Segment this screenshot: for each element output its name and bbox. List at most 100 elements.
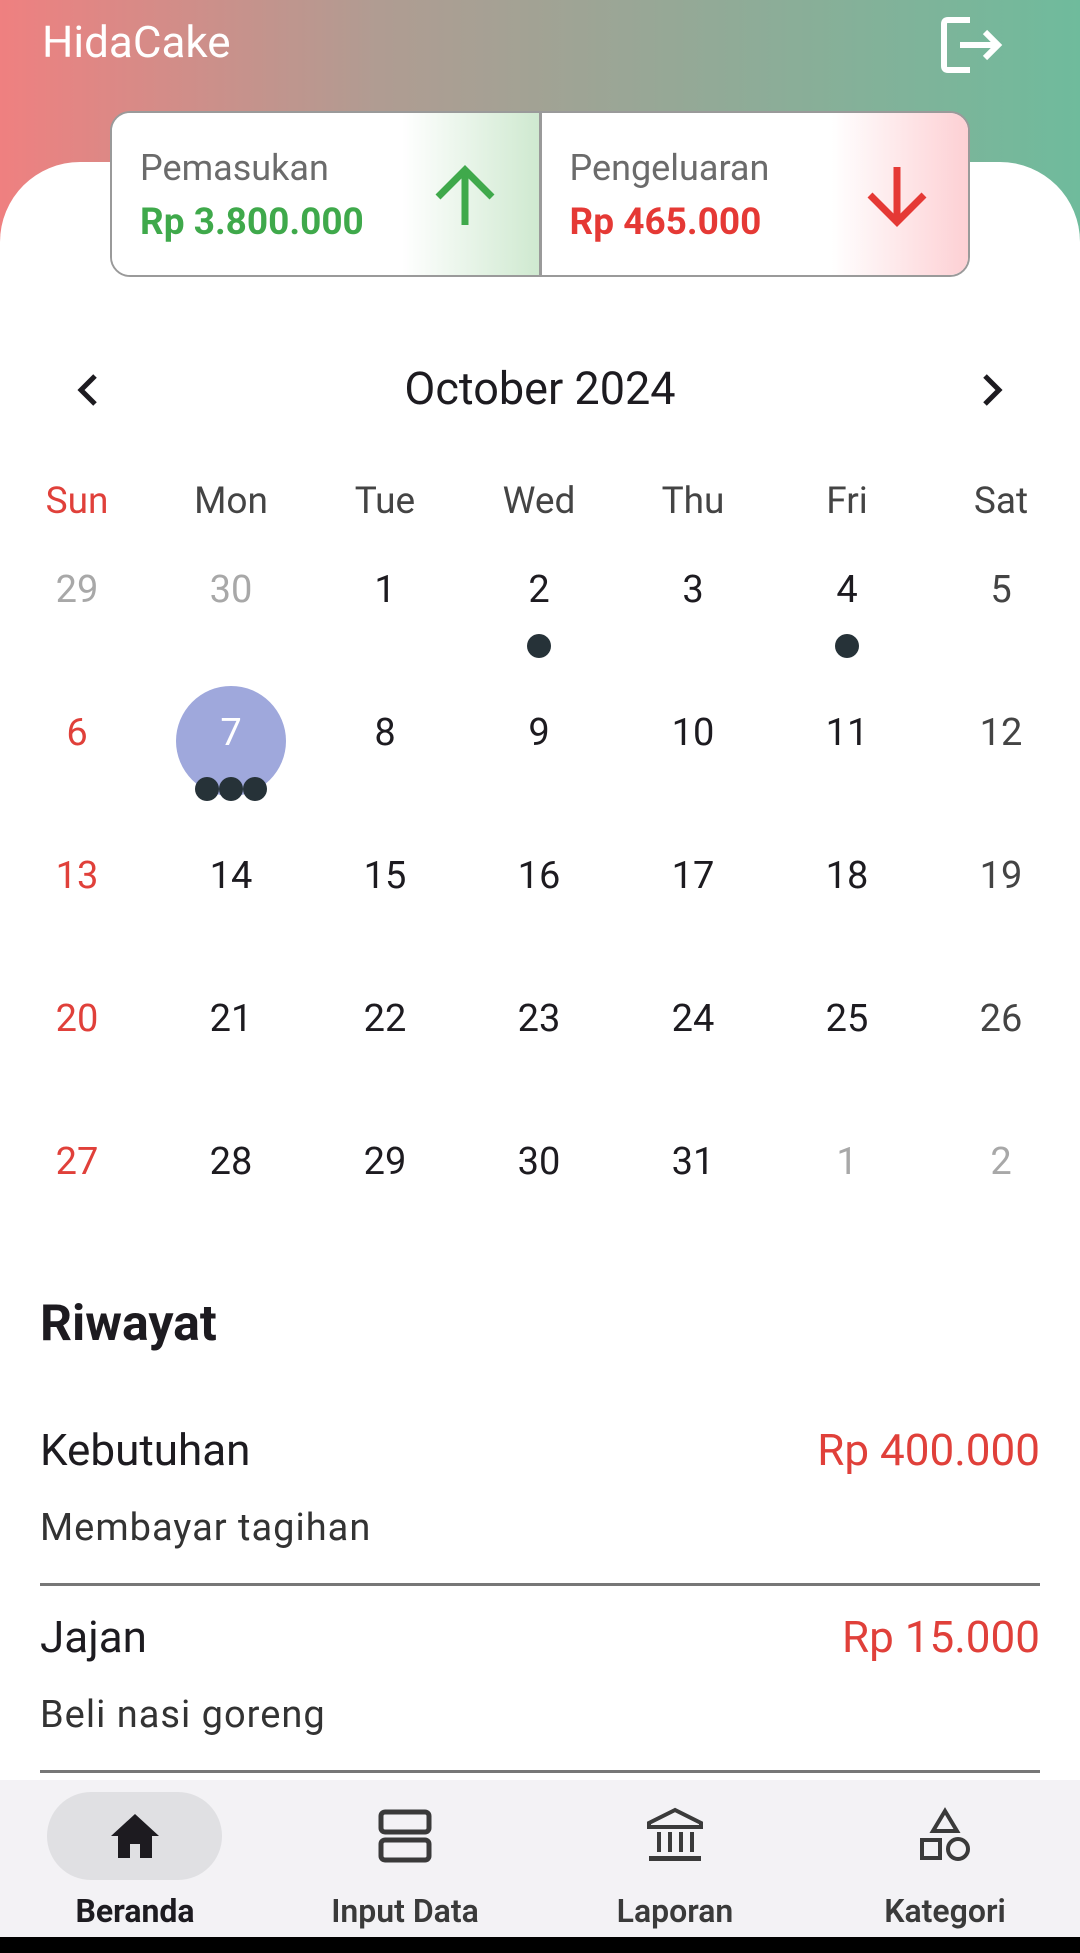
calendar-day[interactable]: 30 [462, 1112, 616, 1255]
calendar-day[interactable]: 1 [308, 540, 462, 683]
calendar-day-number: 30 [209, 568, 253, 612]
event-dot [243, 777, 267, 801]
calendar-day[interactable]: 4 [770, 540, 924, 683]
calendar-day-number: 28 [209, 1140, 253, 1184]
transaction-item[interactable]: Kebutuhan Rp 400.000 Membayar tagihan [40, 1400, 1040, 1586]
calendar-day-number: 18 [825, 854, 869, 898]
calendar-day[interactable]: 10 [616, 683, 770, 826]
calendar-day-number: 17 [671, 854, 715, 898]
calendar-day[interactable]: 6 [0, 683, 154, 826]
calendar-weekdays: Sun Mon Tue Wed Thu Fri Sat [0, 480, 1080, 530]
app-title: HidaCake [42, 16, 231, 68]
calendar-day[interactable]: 27 [0, 1112, 154, 1255]
event-markers [154, 777, 308, 801]
calendar-day-number: 19 [979, 854, 1023, 898]
nav-label: Input Data [331, 1892, 479, 1930]
expense-value: Rp 465.000 [569, 201, 762, 244]
calendar-day[interactable]: 5 [924, 540, 1078, 683]
nav-item-kategori[interactable]: Kategori [810, 1780, 1080, 1937]
calendar-day[interactable]: 8 [308, 683, 462, 826]
calendar-day[interactable]: 23 [462, 969, 616, 1112]
event-dot [219, 777, 243, 801]
history-title: Riwayat [40, 1295, 217, 1353]
calendar-day[interactable]: 13 [0, 826, 154, 969]
calendar-day-selected[interactable]: 7 [154, 683, 308, 826]
calendar-day[interactable]: 3 [616, 540, 770, 683]
calendar-day-number: 4 [836, 568, 858, 612]
calendar-day[interactable]: 25 [770, 969, 924, 1112]
calendar-day-number: 20 [55, 997, 99, 1041]
calendar-day[interactable]: 31 [616, 1112, 770, 1255]
expense-card: Pengeluaran Rp 465.000 [541, 113, 968, 275]
weekday-label: Wed [502, 480, 576, 523]
calendar-day-number: 24 [671, 997, 715, 1041]
calendar-day[interactable]: 26 [924, 969, 1078, 1112]
calendar-day-number: 15 [363, 854, 407, 898]
calendar-day-number: 7 [220, 711, 242, 755]
weekday-label: Fri [826, 480, 868, 523]
calendar-day-number: 27 [55, 1140, 99, 1184]
calendar-day[interactable]: 11 [770, 683, 924, 826]
calendar-day-number: 9 [528, 711, 550, 755]
calendar-day[interactable]: 2 [924, 1112, 1078, 1255]
transaction-category: Kebutuhan [40, 1424, 251, 1476]
transaction-item[interactable]: Jajan Rp 15.000 Beli nasi goreng [40, 1587, 1040, 1773]
calendar-day-number: 6 [66, 711, 88, 755]
calendar-day[interactable]: 19 [924, 826, 1078, 969]
event-markers [770, 634, 924, 658]
calendar-day-number: 23 [517, 997, 561, 1041]
input-data-icon [378, 1809, 432, 1863]
calendar-month-label: October 2024 [404, 362, 676, 415]
calendar-day-number: 13 [55, 854, 99, 898]
calendar-day-number: 11 [825, 711, 869, 755]
calendar-day[interactable]: 30 [154, 540, 308, 683]
calendar-day[interactable]: 28 [154, 1112, 308, 1255]
nav-item-beranda[interactable]: Beranda [0, 1780, 270, 1937]
calendar-day-number: 12 [979, 711, 1023, 755]
calendar-day[interactable]: 9 [462, 683, 616, 826]
calendar-day[interactable]: 29 [308, 1112, 462, 1255]
event-dot [195, 777, 219, 801]
weekday-label: Sun [45, 480, 109, 523]
calendar-day-number: 5 [990, 568, 1012, 612]
calendar-day[interactable]: 14 [154, 826, 308, 969]
nav-item-input-data[interactable]: Input Data [270, 1780, 540, 1937]
income-card: Pemasukan Rp 3.800.000 [112, 113, 542, 275]
event-dot [527, 634, 551, 658]
logout-button[interactable] [938, 14, 1008, 76]
calendar-day[interactable]: 1 [770, 1112, 924, 1255]
calendar-day[interactable]: 12 [924, 683, 1078, 826]
calendar-day-number: 30 [517, 1140, 561, 1184]
calendar-day-number: 10 [671, 711, 715, 755]
expense-label: Pengeluaran [569, 147, 770, 189]
calendar-day[interactable]: 20 [0, 969, 154, 1112]
calendar-day-number: 2 [990, 1140, 1012, 1184]
calendar-day[interactable]: 29 [0, 540, 154, 683]
calendar-day-number: 22 [363, 997, 407, 1041]
calendar-day[interactable]: 21 [154, 969, 308, 1112]
event-dot [835, 634, 859, 658]
calendar-day-number: 26 [979, 997, 1023, 1041]
calendar-day[interactable]: 22 [308, 969, 462, 1112]
calendar-day[interactable]: 16 [462, 826, 616, 969]
home-icon [111, 1814, 159, 1858]
nav-label: Beranda [75, 1892, 195, 1930]
calendar-day-number: 29 [363, 1140, 407, 1184]
next-month-button[interactable] [962, 350, 1022, 430]
arrow-up-icon [435, 165, 495, 225]
arrow-down-icon [867, 167, 926, 227]
calendar-day[interactable]: 2 [462, 540, 616, 683]
calendar-day[interactable]: 15 [308, 826, 462, 969]
logout-icon [941, 17, 1003, 73]
calendar-day-number: 8 [374, 711, 396, 755]
nav-label: Kategori [884, 1892, 1006, 1930]
calendar-day[interactable]: 24 [616, 969, 770, 1112]
weekday-label: Thu [661, 480, 725, 523]
weekday-label: Sat [973, 480, 1029, 523]
calendar-day[interactable]: 18 [770, 826, 924, 969]
calendar-day[interactable]: 17 [616, 826, 770, 969]
calendar-day-number: 3 [682, 568, 704, 612]
nav-item-laporan[interactable]: Laporan [540, 1780, 810, 1937]
calendar-day-number: 1 [374, 568, 396, 612]
transaction-amount: Rp 15.000 [842, 1611, 1040, 1663]
